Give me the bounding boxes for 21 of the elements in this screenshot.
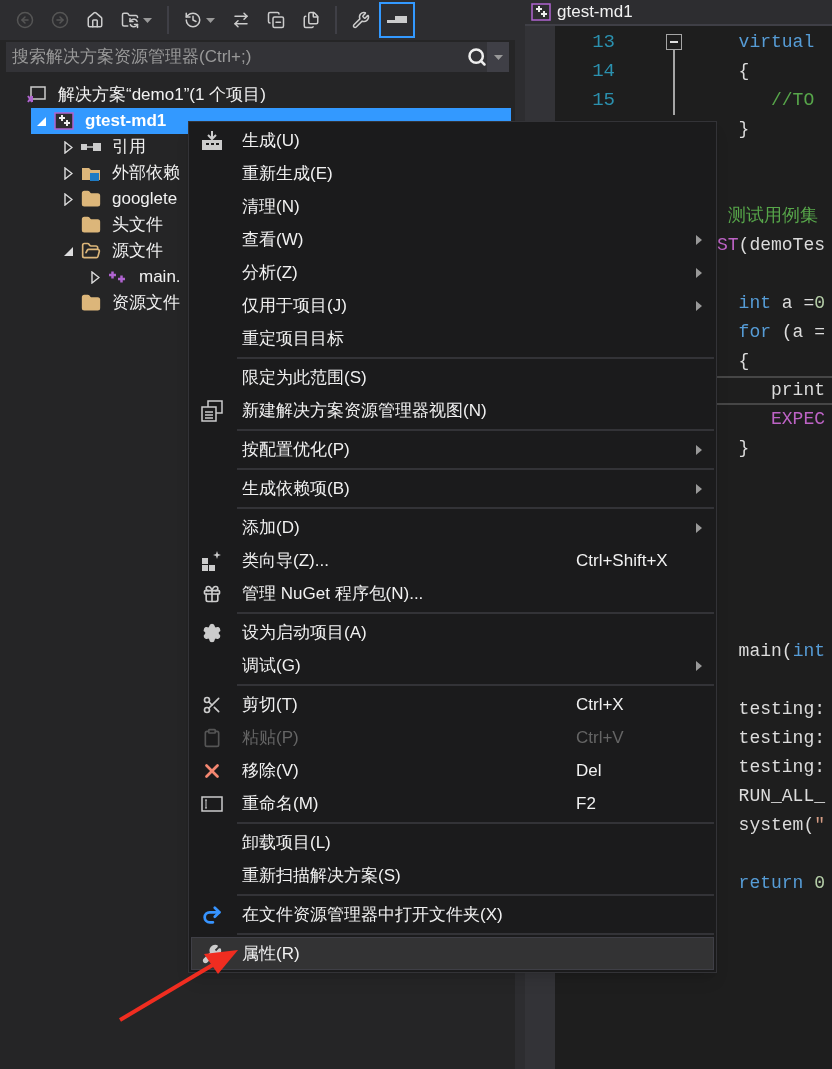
line-number: 14: [592, 60, 615, 83]
code-line: main(int: [737, 640, 827, 663]
code-line: EXPEC: [770, 408, 827, 431]
code-line: testing:: [737, 698, 827, 721]
code-line: ST(demoTes: [717, 234, 827, 257]
code-line: virtual: [737, 31, 816, 54]
code-line: {: [737, 60, 751, 83]
code-line: {: [737, 350, 751, 373]
code-line: testing:: [737, 727, 827, 750]
code-line: RUN_ALL_: [737, 785, 827, 808]
code-line: //TO: [770, 89, 816, 112]
code-line: }: [737, 118, 751, 141]
line-number: 13: [592, 31, 615, 54]
code-line: system(": [737, 814, 827, 837]
code-line: 测试用例集: [726, 205, 819, 228]
code-line: }: [737, 437, 751, 460]
code-line: for (a =: [737, 321, 827, 344]
code-line: int a =0: [737, 292, 827, 315]
code-line: return 0: [737, 872, 827, 895]
code-line: testing:: [737, 756, 827, 779]
line-number: 15: [592, 89, 615, 112]
